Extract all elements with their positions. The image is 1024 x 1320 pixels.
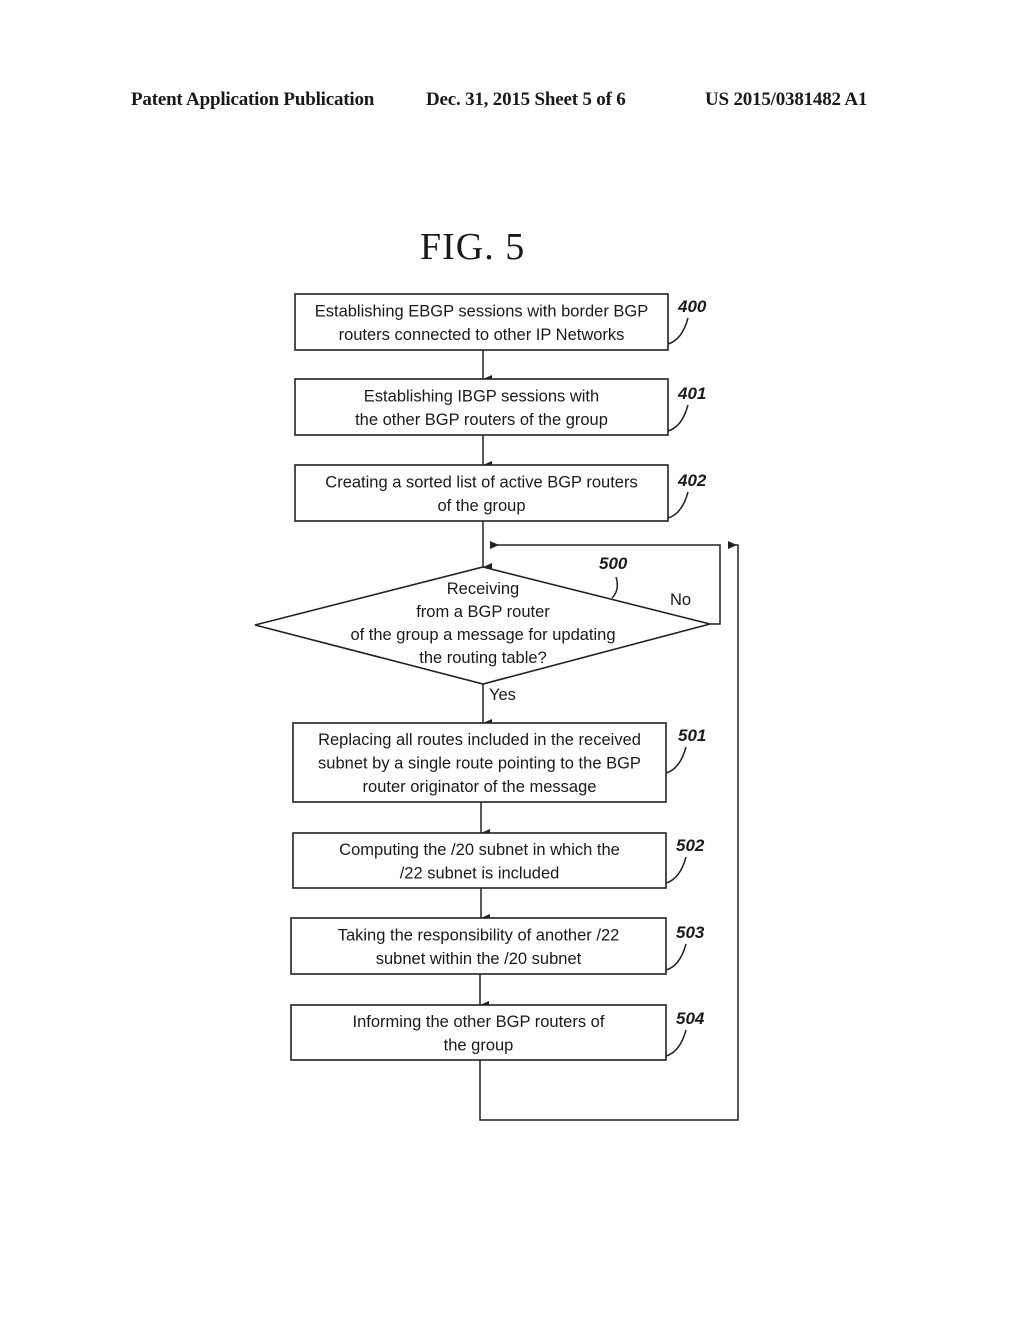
step-503: Taking the responsibility of another /22…	[290, 917, 705, 975]
step-leader-line	[665, 856, 687, 884]
step-text-line: of the group	[437, 497, 525, 515]
step-leader-line	[665, 943, 687, 971]
step-text-line: Creating a sorted list of active BGP rou…	[325, 473, 637, 491]
no-label: No	[670, 591, 691, 609]
step-text-line: Computing the /20 subnet in which the	[339, 841, 620, 859]
decision-text-line: Receiving	[447, 580, 519, 598]
step-ref-number: 401	[677, 384, 706, 403]
step-text-line: subnet within the /20 subnet	[376, 950, 582, 968]
step-text-line: routers connected to other IP Networks	[339, 326, 625, 344]
step-text-line: the group	[444, 1036, 514, 1054]
step-text-line: Establishing EBGP sessions with border B…	[315, 302, 649, 320]
flowchart: Establishing EBGP sessions with border B…	[254, 293, 739, 1121]
step-text-line: Replacing all routes included in the rec…	[318, 731, 641, 749]
decision-text-line: of the group a message for updating	[350, 626, 615, 644]
step-400: Establishing EBGP sessions with border B…	[294, 293, 707, 351]
step-leader-line	[665, 1029, 687, 1057]
step-ref-number: 501	[678, 726, 706, 745]
step-text-line: Informing the other BGP routers of	[353, 1013, 605, 1031]
step-ref-number: 400	[677, 297, 707, 316]
decision-leader-line	[611, 576, 619, 599]
step-leader-line	[667, 317, 689, 345]
step-text-line: Establishing IBGP sessions with	[364, 387, 599, 405]
step-502: Computing the /20 subnet in which the/22…	[292, 832, 705, 889]
decision-500: Receiving from a BGP router of the group a…	[254, 554, 711, 704]
step-402: Creating a sorted list of active BGP rou…	[294, 464, 707, 522]
step-text-line: router originator of the message	[363, 778, 597, 796]
decision-text-line: from a BGP router	[416, 603, 550, 621]
decision-ref-number: 500	[599, 554, 628, 573]
step-ref-number: 504	[676, 1009, 705, 1028]
step-401: Establishing IBGP sessions with the other…	[294, 378, 706, 436]
step-text-line: Taking the responsibility of another /22	[338, 926, 620, 944]
step-leader-line	[665, 746, 687, 774]
step-text-line: /22 subnet is included	[400, 864, 560, 882]
step-leader-line	[667, 404, 689, 432]
step-ref-number: 503	[676, 923, 705, 942]
step-504: Informing the other BGP routers of the gr…	[290, 1004, 705, 1061]
step-ref-number: 502	[676, 836, 705, 855]
step-501: Replacing all routes included in the rec…	[292, 722, 706, 803]
step-text-line: subnet by a single route pointing to the…	[318, 755, 641, 773]
step-leader-line	[667, 491, 689, 519]
yes-label: Yes	[489, 686, 516, 704]
decision-text-line: the routing table?	[419, 649, 547, 667]
step-text-line: the other BGP routers of the group	[355, 411, 608, 429]
step-ref-number: 402	[677, 471, 707, 490]
